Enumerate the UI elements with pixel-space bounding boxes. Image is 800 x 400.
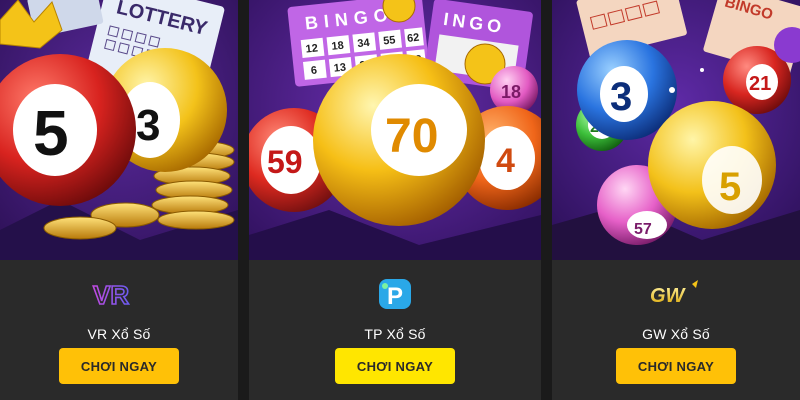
card-divider bbox=[541, 0, 552, 400]
svg-text:18: 18 bbox=[331, 40, 344, 53]
gw-logo: GW bbox=[646, 278, 706, 310]
svg-text:5: 5 bbox=[719, 165, 741, 209]
svg-text:12: 12 bbox=[305, 42, 318, 55]
gw-lottery-name: GW Xổ Số bbox=[642, 326, 710, 342]
lottery-card-list: LOTTERY 3 5 VR VR Xổ Số CHƠI NGAY BINGO … bbox=[0, 0, 800, 400]
gw-play-now-button[interactable]: CHƠI NGAY bbox=[616, 348, 736, 384]
tp-lottery-artwork: BINGO 1218 3455 62 613 3858 68 bbox=[249, 0, 541, 260]
gw-card-footer: GW GW Xổ Số CHƠI NGAY bbox=[552, 260, 800, 400]
tp-play-now-button[interactable]: CHƠI NGAY bbox=[335, 348, 455, 384]
tp-lottery-name: TP Xổ Số bbox=[364, 326, 426, 342]
svg-text:P: P bbox=[387, 283, 403, 310]
vr-logo: VR bbox=[91, 278, 147, 310]
svg-text:VR: VR bbox=[93, 280, 129, 310]
svg-text:55: 55 bbox=[383, 34, 396, 47]
vr-lottery-name: VR Xổ Số bbox=[87, 326, 151, 342]
gw-lottery-artwork: BINGO 21 27 3 57 bbox=[552, 0, 800, 260]
svg-text:4: 4 bbox=[496, 142, 515, 180]
svg-text:59: 59 bbox=[267, 144, 303, 180]
svg-text:6: 6 bbox=[310, 65, 317, 78]
tp-logo: P bbox=[377, 278, 413, 310]
svg-text:13: 13 bbox=[333, 62, 346, 75]
svg-text:70: 70 bbox=[385, 110, 438, 163]
vr-lottery-artwork: LOTTERY 3 5 bbox=[0, 0, 238, 260]
lottery-card-tp[interactable]: BINGO 1218 3455 62 613 3858 68 bbox=[249, 0, 541, 400]
svg-text:57: 57 bbox=[634, 221, 652, 238]
svg-text:GW: GW bbox=[650, 285, 687, 307]
svg-text:3: 3 bbox=[136, 101, 160, 150]
svg-text:3: 3 bbox=[610, 75, 632, 119]
card-divider bbox=[238, 0, 249, 400]
svg-text:62: 62 bbox=[407, 32, 420, 45]
vr-card-footer: VR VR Xổ Số CHƠI NGAY bbox=[0, 260, 238, 400]
lottery-card-gw[interactable]: BINGO 21 27 3 57 bbox=[552, 0, 800, 400]
svg-text:34: 34 bbox=[357, 37, 371, 50]
vr-play-now-button[interactable]: CHƠI NGAY bbox=[59, 348, 179, 384]
tp-card-footer: P TP Xổ Số CHƠI NGAY bbox=[249, 260, 541, 400]
svg-text:5: 5 bbox=[33, 97, 69, 169]
svg-text:21: 21 bbox=[749, 73, 771, 95]
lottery-card-vr[interactable]: LOTTERY 3 5 VR VR Xổ Số CHƠI NGAY bbox=[0, 0, 238, 400]
svg-text:18: 18 bbox=[501, 82, 521, 102]
